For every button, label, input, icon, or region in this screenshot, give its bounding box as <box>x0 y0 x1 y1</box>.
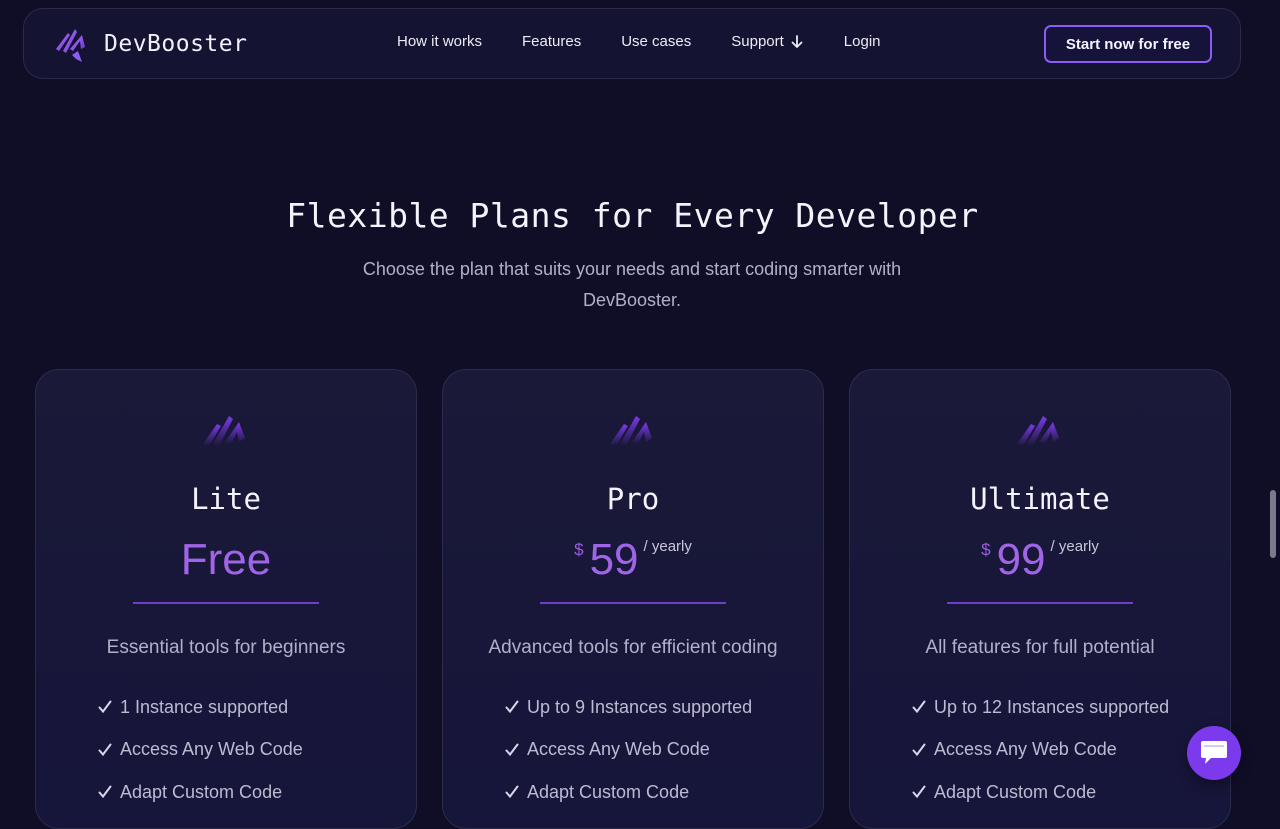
feature-list: 1 Instance supported Access Any Web Code… <box>98 686 303 814</box>
feature-label: Access Any Web Code <box>120 739 303 760</box>
feature-item: Up to 12 Instances supported <box>912 686 1169 729</box>
plan-name: Lite <box>191 482 261 516</box>
price-amount: Free <box>180 535 272 584</box>
check-icon <box>98 700 112 714</box>
price-divider <box>540 602 726 604</box>
plan-name: Ultimate <box>970 482 1110 516</box>
feature-label: Up to 9 Instances supported <box>527 696 753 717</box>
nav-support[interactable]: Support <box>731 33 804 50</box>
plan-card-pro: Pro $ 59 / yearly Advanced tools for eff… <box>442 369 824 829</box>
price-amount: 99 <box>996 535 1046 584</box>
plan-price: $ 59 / yearly <box>443 530 823 586</box>
feature-item: Access Any Web Code <box>98 729 303 772</box>
price-period: / yearly <box>643 538 692 555</box>
check-icon <box>505 785 519 799</box>
feature-label: Up to 12 Instances supported <box>934 696 1170 717</box>
plan-card-ultimate: Ultimate $ 99 / yearly All features for … <box>849 369 1231 829</box>
plan-logo-icon <box>610 416 652 446</box>
navbar: DevBooster How it works Features Use cas… <box>23 8 1241 79</box>
plan-logo-icon <box>1017 416 1059 446</box>
page-title: Flexible Plans for Every Developer <box>286 196 979 235</box>
check-icon <box>912 743 926 756</box>
feature-item: Access Any Web Code <box>912 729 1169 772</box>
nav-links: How it works Features Use cases Support … <box>397 33 881 50</box>
check-icon <box>505 743 519 756</box>
plan-price: Free <box>36 530 416 586</box>
arrow-down-icon <box>791 34 803 48</box>
price-period: / yearly <box>1050 538 1099 555</box>
feature-item: Access Any Web Code <box>505 729 752 772</box>
nav-use-cases[interactable]: Use cases <box>621 33 691 50</box>
scrollbar-thumb[interactable] <box>1270 490 1276 558</box>
devbooster-logo-icon <box>56 29 85 62</box>
chat-icon <box>1201 741 1227 764</box>
feature-label: 1 Instance supported <box>120 696 289 717</box>
page-subtitle: Choose the plan that suits your needs an… <box>362 259 902 310</box>
price-currency: $ <box>574 540 584 559</box>
price-amount: 59 <box>589 535 639 584</box>
nav-features[interactable]: Features <box>522 33 581 50</box>
plan-description: All features for full potential <box>925 637 1155 658</box>
price-divider <box>947 602 1133 604</box>
nav-support-label: Support <box>731 33 784 50</box>
check-icon <box>98 785 112 799</box>
feature-label: Access Any Web Code <box>934 739 1117 760</box>
feature-item: 1 Instance supported <box>98 686 303 729</box>
feature-item: Adapt Custom Code <box>505 771 752 814</box>
feature-list: Up to 12 Instances supported Access Any … <box>912 686 1169 814</box>
check-icon <box>98 743 112 756</box>
check-icon <box>912 785 926 799</box>
price-currency: $ <box>981 540 991 559</box>
brand-name: DevBooster <box>104 31 248 57</box>
page-scrollbar[interactable] <box>1266 0 1280 800</box>
feature-item: Adapt Custom Code <box>912 771 1169 814</box>
chat-widget-button[interactable] <box>1187 726 1241 780</box>
check-icon <box>912 700 926 714</box>
brand[interactable]: DevBooster <box>54 25 247 63</box>
check-icon <box>505 700 519 714</box>
feature-list: Up to 9 Instances supported Access Any W… <box>505 686 752 814</box>
plan-name: Pro <box>606 482 660 516</box>
feature-item: Adapt Custom Code <box>98 771 303 814</box>
plan-card-lite: Lite Free Essential tools for beginners … <box>35 369 417 829</box>
feature-item: Up to 9 Instances supported <box>505 686 752 729</box>
start-now-button[interactable]: Start now for free <box>1044 25 1212 63</box>
plan-logo-icon <box>203 416 245 446</box>
plan-description: Advanced tools for efficient coding <box>488 637 778 658</box>
feature-label: Access Any Web Code <box>527 739 710 760</box>
nav-how-it-works[interactable]: How it works <box>397 33 482 50</box>
plan-price: $ 99 / yearly <box>850 530 1230 586</box>
price-divider <box>133 602 319 604</box>
plan-description: Essential tools for beginners <box>106 637 346 658</box>
nav-login[interactable]: Login <box>844 33 881 50</box>
